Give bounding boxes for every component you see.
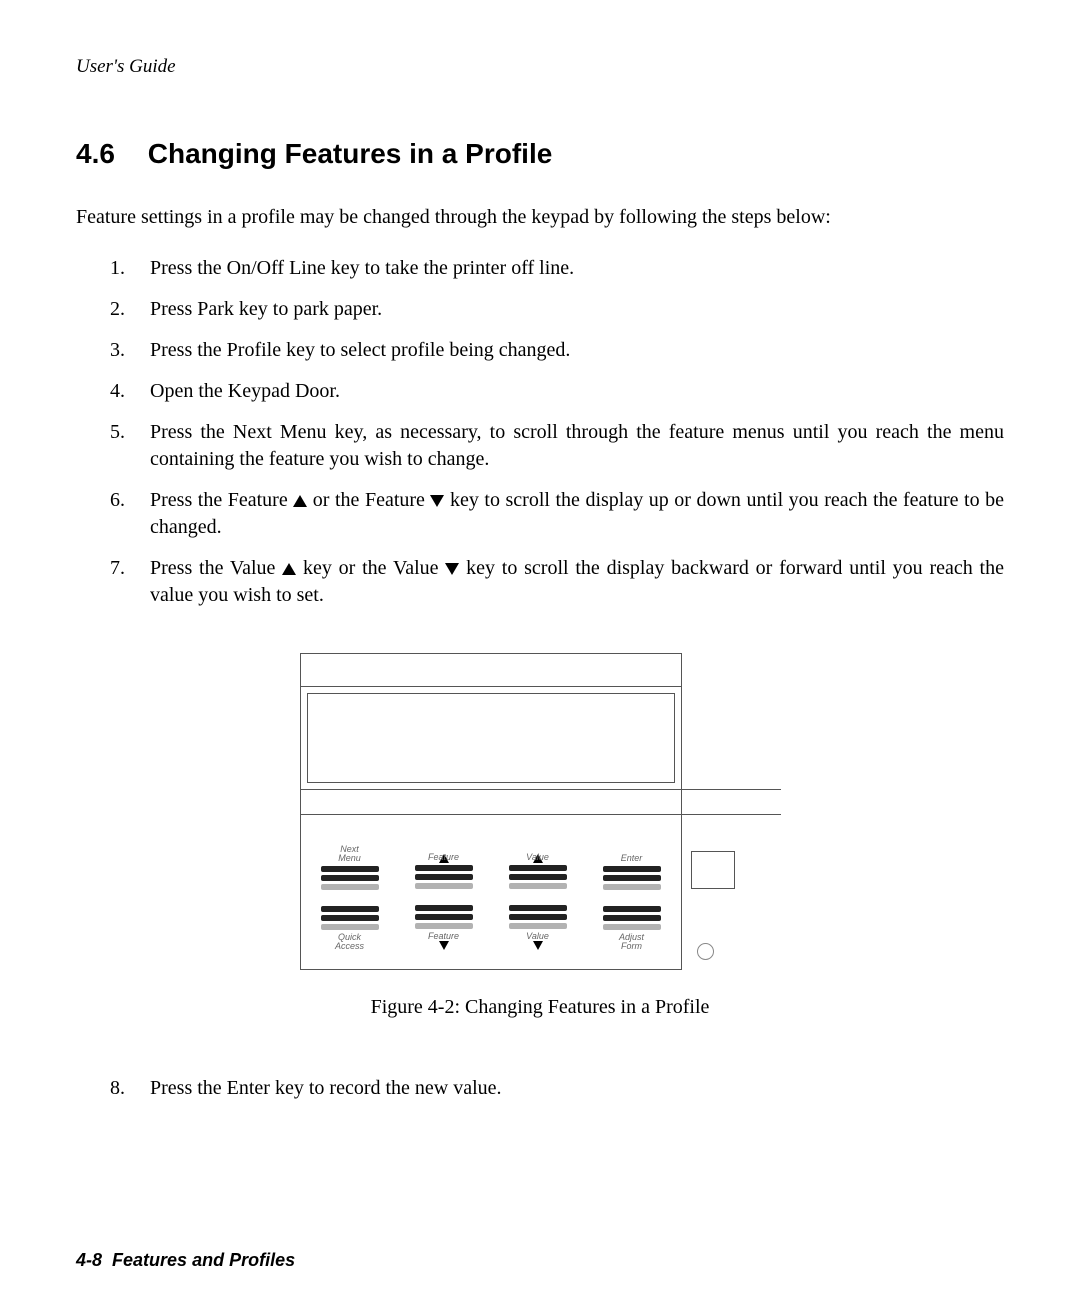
step-item: 7. Press the Value key or the Value key …: [110, 555, 1004, 609]
step-number: 7.: [110, 555, 150, 609]
step-text-part: Press the Value: [150, 557, 282, 579]
keypad-column: Value Value: [509, 843, 567, 951]
keypad-column: Feature Feature: [415, 843, 473, 951]
keypad-side-panel: [681, 653, 781, 960]
step-text: Press the Profile key to select profile …: [150, 337, 1004, 364]
step-list-continued: 8. Press the Enter key to record the new…: [110, 1077, 1004, 1100]
step-text: Press the Next Menu key, as necessary, t…: [150, 419, 1004, 473]
step-number: 6.: [110, 487, 150, 541]
triangle-down-icon: [439, 941, 449, 950]
step-number: 5.: [110, 419, 150, 473]
step-number: 3.: [110, 337, 150, 364]
step-number: 4.: [110, 378, 150, 405]
step-number: 8.: [110, 1077, 150, 1100]
step-item: 6. Press the Feature or the Feature key …: [110, 487, 1004, 541]
key-label-bottom: AdjustForm: [603, 933, 661, 951]
step-list: 1. Press the On/Off Line key to take the…: [110, 255, 1004, 609]
step-text-part: Press the Feature: [150, 489, 293, 511]
figure-caption: Figure 4-2: Changing Features in a Profi…: [76, 996, 1004, 1019]
footer-section: Features and Profiles: [112, 1250, 295, 1270]
triangle-down-icon: [533, 941, 543, 950]
running-header: User's Guide: [76, 56, 1004, 78]
step-item: 1. Press the On/Off Line key to take the…: [110, 255, 1004, 282]
step-text: Press the Feature or the Feature key to …: [150, 487, 1004, 541]
step-item: 2. Press Park key to park paper.: [110, 296, 1004, 323]
key-label-top: Feature: [415, 853, 473, 862]
figure: NextMenu QuickAccess Feature: [76, 653, 1004, 1019]
step-text: Press Park key to park paper.: [150, 296, 1004, 323]
section-number: 4.6: [76, 138, 140, 170]
key-label-top: NextMenu: [321, 843, 379, 863]
triangle-up-icon: [282, 563, 296, 575]
step-text-part: or the Feature: [307, 489, 430, 511]
key-label-top: Enter: [603, 843, 661, 863]
step-item: 4. Open the Keypad Door.: [110, 378, 1004, 405]
triangle-down-icon: [445, 563, 459, 575]
key-label-top: Value: [509, 853, 567, 862]
keypad-display: [307, 693, 675, 783]
step-text: Press the Enter key to record the new va…: [150, 1077, 502, 1100]
key-label-bottom: QuickAccess: [321, 933, 379, 951]
triangle-down-icon: [430, 495, 444, 507]
page: User's Guide 4.6 Changing Features in a …: [0, 0, 1080, 1311]
keypad-column: Enter AdjustForm: [603, 843, 661, 951]
keypad-column: NextMenu QuickAccess: [321, 843, 379, 951]
step-number: 1.: [110, 255, 150, 282]
led-icon: [697, 943, 714, 960]
page-number: 4-8: [76, 1250, 102, 1270]
section-title: Changing Features in a Profile: [148, 138, 553, 169]
step-text-part: key or the Value: [296, 557, 445, 579]
keypad-illustration: NextMenu QuickAccess Feature: [300, 653, 682, 970]
step-item: 3. Press the Profile key to select profi…: [110, 337, 1004, 364]
step-item: 5. Press the Next Menu key, as necessary…: [110, 419, 1004, 473]
key-label-bottom: Feature: [415, 932, 473, 941]
key-label-bottom: Value: [509, 932, 567, 941]
step-text: Press the Value key or the Value key to …: [150, 555, 1004, 609]
section-heading: 4.6 Changing Features in a Profile: [76, 138, 1004, 170]
page-footer: 4-8 Features and Profiles: [76, 1250, 295, 1271]
triangle-up-icon: [293, 495, 307, 507]
step-text: Press the On/Off Line key to take the pr…: [150, 255, 1004, 282]
side-button: [691, 851, 735, 889]
step-item: 8. Press the Enter key to record the new…: [110, 1077, 1004, 1100]
step-text: Open the Keypad Door.: [150, 378, 1004, 405]
step-number: 2.: [110, 296, 150, 323]
intro-paragraph: Feature settings in a profile may be cha…: [76, 204, 1004, 231]
